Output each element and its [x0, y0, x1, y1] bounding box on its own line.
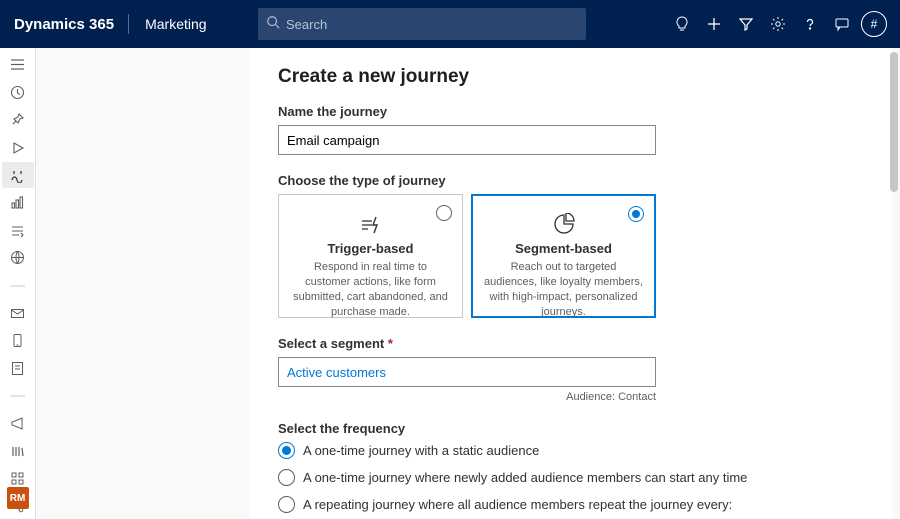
module-label[interactable]: Marketing [129, 16, 222, 32]
radio-selected-icon [628, 206, 644, 222]
radio-icon [278, 496, 295, 513]
radio-unselected-icon [436, 205, 452, 221]
rail-menu-icon[interactable] [2, 52, 34, 78]
search-input[interactable] [286, 17, 578, 32]
segment-input[interactable] [278, 357, 656, 387]
help-icon[interactable] [794, 0, 826, 48]
frequency-label: Select the frequency [278, 421, 864, 436]
filter-icon[interactable] [730, 0, 762, 48]
rail-globe-icon[interactable] [2, 245, 34, 271]
journey-name-input[interactable] [278, 125, 656, 155]
rail-phone-icon[interactable] [2, 328, 34, 354]
frequency-option-repeating[interactable]: A repeating journey where all audience m… [278, 496, 864, 513]
rail-library-icon[interactable] [2, 438, 34, 464]
card-title: Trigger-based [291, 241, 450, 256]
page-title: Create a new journey [278, 66, 864, 88]
brand-label: Dynamics 365 [0, 16, 128, 33]
rail-mail-icon[interactable] [2, 300, 34, 326]
card-desc: Reach out to targeted audiences, like lo… [484, 260, 643, 319]
segment-label: Select a segment * [278, 336, 864, 351]
radio-icon [278, 442, 295, 459]
journey-type-label: Choose the type of journey [278, 173, 864, 188]
rail-form-icon[interactable] [2, 356, 34, 382]
journey-name-label: Name the journey [278, 104, 864, 119]
top-nav-bar: Dynamics 365 Marketing # [0, 0, 900, 48]
avatar-initial: # [861, 11, 887, 37]
create-journey-panel: Create a new journey Name the journey Ch… [250, 48, 892, 519]
card-segment-based[interactable]: Segment-based Reach out to targeted audi… [471, 194, 656, 318]
frequency-option-ongoing[interactable]: A one-time journey where newly added aud… [278, 469, 864, 486]
pie-chart-icon [484, 213, 643, 235]
top-actions: # [666, 0, 890, 48]
gear-icon[interactable] [762, 0, 794, 48]
rail-divider [2, 273, 34, 299]
left-side-rail: RM [0, 48, 36, 519]
card-trigger-based[interactable]: Trigger-based Respond in real time to cu… [278, 194, 463, 318]
rail-megaphone-icon[interactable] [2, 411, 34, 437]
lightning-icon [291, 213, 450, 235]
rail-play-icon[interactable] [2, 135, 34, 161]
search-icon [266, 15, 280, 34]
scrollbar-thumb[interactable] [890, 52, 898, 192]
frequency-option-static[interactable]: A one-time journey with a static audienc… [278, 442, 864, 459]
user-avatar[interactable]: # [858, 0, 890, 48]
rail-flow-icon[interactable] [2, 218, 34, 244]
rail-analytics-icon[interactable] [2, 190, 34, 216]
add-icon[interactable] [698, 0, 730, 48]
rail-recent-icon[interactable] [2, 80, 34, 106]
frequency-option-label: A one-time journey where newly added aud… [303, 470, 747, 485]
frequency-option-label: A repeating journey where all audience m… [303, 497, 732, 512]
main-area: Create a new journey Name the journey Ch… [36, 48, 900, 519]
chat-icon[interactable] [826, 0, 858, 48]
segment-hint: Audience: Contact [278, 391, 656, 403]
rail-user-badge[interactable]: RM [7, 487, 29, 509]
rail-divider-2 [2, 383, 34, 409]
card-desc: Respond in real time to customer actions… [291, 260, 450, 319]
rail-pin-icon[interactable] [2, 107, 34, 133]
frequency-option-label: A one-time journey with a static audienc… [303, 443, 539, 458]
rail-journeys-icon[interactable] [2, 162, 34, 188]
global-search[interactable] [258, 8, 586, 40]
card-title: Segment-based [484, 241, 643, 256]
lightbulb-icon[interactable] [666, 0, 698, 48]
radio-icon [278, 469, 295, 486]
